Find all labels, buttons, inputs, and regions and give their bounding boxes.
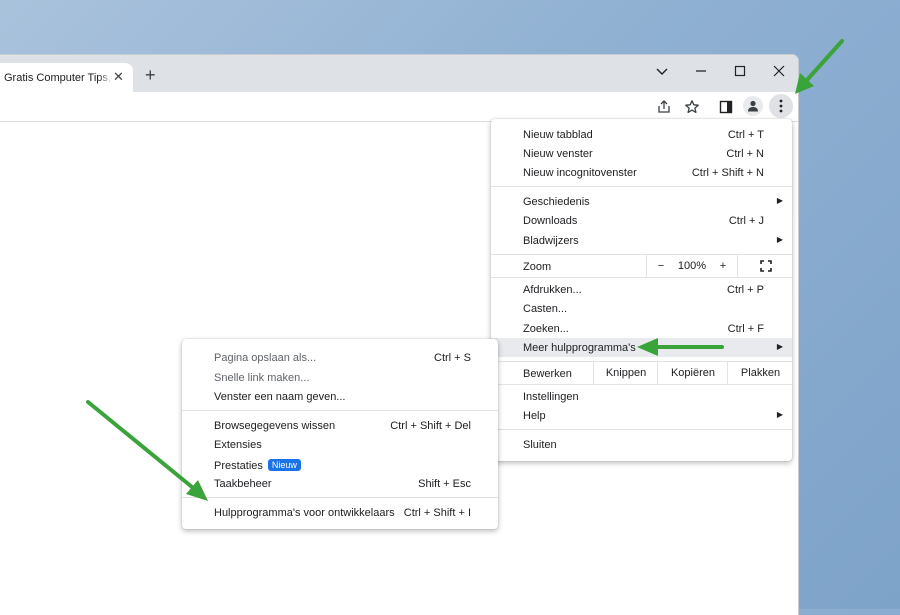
close-window-icon[interactable] [769,61,789,81]
browser-menu-kebab-icon[interactable] [769,94,793,118]
submenu-arrow-icon: ▶ [776,235,783,244]
menu-item-settings[interactable]: Instellingen [491,387,792,406]
new-badge: Nieuw [267,459,301,471]
submenu-item-performance[interactable]: Prestaties Nieuw [182,455,498,474]
menu-item-new-window[interactable]: Nieuw venster Ctrl + N [491,144,792,163]
menu-separator [182,410,498,411]
maximize-icon[interactable] [730,61,750,81]
submenu-item-clear-data[interactable]: Browsegegevens wissen Ctrl + Shift + Del [182,416,498,435]
profile-avatar-icon[interactable] [743,96,763,116]
menu-item-more-tools[interactable]: Meer hulpprogramma's ▶ [491,338,792,357]
tab-search-chevron-icon[interactable] [652,61,672,81]
bookmark-star-icon[interactable] [681,96,703,118]
minimize-icon[interactable] [691,61,711,81]
submenu-arrow-icon: ▶ [776,196,783,205]
menu-separator [491,277,792,278]
more-tools-submenu: Pagina opslaan als... Ctrl + S Snelle li… [182,339,498,529]
fullscreen-button[interactable] [737,255,793,277]
zoom-out-button[interactable]: − [646,255,675,277]
menu-item-find[interactable]: Zoeken... Ctrl + F [491,319,792,338]
submenu-arrow-icon: ▶ [776,342,783,351]
side-panel-icon[interactable] [715,96,737,118]
menu-item-bookmarks[interactable]: Bladwijzers ▶ [491,231,792,250]
menu-separator [491,384,792,385]
submenu-item-dev-tools[interactable]: Hulpprogramma's voor ontwikkelaars Ctrl … [182,503,498,522]
menu-separator [491,429,792,430]
cut-button[interactable]: Knippen [593,362,658,384]
menu-item-cast[interactable]: Casten... [491,299,792,318]
browser-tab[interactable]: Gratis Computer Tips, h ✕ [0,63,133,92]
menu-item-history[interactable]: Geschiedenis ▶ [491,192,792,211]
zoom-in-button[interactable]: + [709,255,737,277]
submenu-item-task-manager[interactable]: Taakbeheer Shift + Esc [182,474,498,493]
tab-close-icon[interactable]: ✕ [113,70,124,84]
menu-separator [182,497,498,498]
fullscreen-icon [760,260,772,272]
menu-separator [491,186,792,187]
submenu-arrow-icon: ▶ [776,410,783,419]
tab-strip: Gratis Computer Tips, h ✕ + [0,55,798,92]
menu-item-incognito[interactable]: Nieuw incognitovenster Ctrl + Shift + N [491,163,792,182]
submenu-item-extensions[interactable]: Extensies [182,435,498,454]
browser-main-menu: Nieuw tabblad Ctrl + T Nieuw venster Ctr… [491,119,792,461]
paste-button[interactable]: Plakken [727,362,793,384]
menu-item-edit: Bewerken Knippen Kopiëren Plakken [491,362,792,384]
performance-label: Prestaties [214,460,263,472]
menu-item-help[interactable]: Help ▶ [491,406,792,425]
menu-item-new-tab[interactable]: Nieuw tabblad Ctrl + T [491,125,792,144]
zoom-level: 100% [677,260,707,272]
arrow-to-menu-button-icon [795,39,844,94]
share-icon[interactable] [653,96,675,118]
browser-toolbar [0,92,798,122]
submenu-item-save-page[interactable]: Pagina opslaan als... Ctrl + S [182,348,498,367]
menu-item-exit[interactable]: Sluiten [491,435,792,454]
new-tab-icon[interactable]: + [145,66,156,84]
menu-item-downloads[interactable]: Downloads Ctrl + J [491,211,792,230]
submenu-item-name-window[interactable]: Venster een naam geven... [182,387,498,406]
menu-item-zoom: Zoom − 100% + [491,255,792,277]
menu-item-print[interactable]: Afdrukken... Ctrl + P [491,280,792,299]
tab-title: Gratis Computer Tips, h [4,72,112,84]
submenu-item-quick-link[interactable]: Snelle link maken... [182,368,498,387]
copy-button[interactable]: Kopiëren [657,362,728,384]
